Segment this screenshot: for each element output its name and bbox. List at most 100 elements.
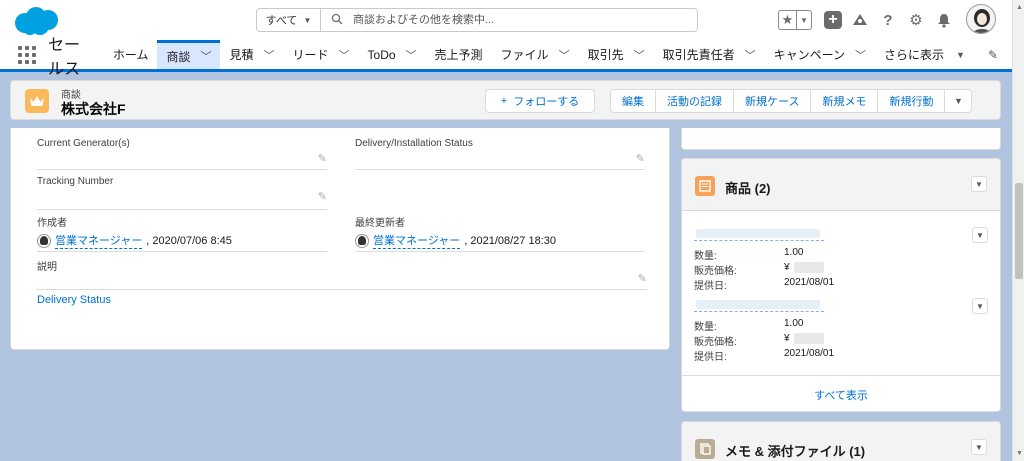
files-card-menu-caret-icon[interactable]: ▼ <box>971 439 987 455</box>
created-by-user-link[interactable]: 営業マネージャー <box>55 232 143 249</box>
pencil-icon[interactable]: ✎ <box>318 190 327 203</box>
products-card-menu-caret-icon[interactable]: ▼ <box>971 176 987 192</box>
details-card: Current Generator(s) ✎ Delivery/Installa… <box>10 128 670 350</box>
nav-tab-label: 売上予測 <box>434 48 483 62</box>
new-case-button[interactable]: 新規ケース <box>734 90 812 112</box>
field-label: 最終更新者 <box>355 218 405 229</box>
header-utility-icons: ★ ▼ + ? ⚙ <box>778 8 954 32</box>
chevron-down-icon[interactable]: ﹀ <box>745 47 756 63</box>
product-icon <box>695 176 715 196</box>
price-label: 販売価格: <box>694 337 737 348</box>
nav-tab-label: キャンペーン <box>773 48 845 62</box>
product-row-menu-caret-icon[interactable]: ▼ <box>972 227 988 243</box>
user-icon <box>355 233 369 248</box>
products-card-title[interactable]: 商品 (2) <box>725 178 771 197</box>
caret-down-icon: ▼ <box>956 49 965 60</box>
more-actions-caret-icon[interactable]: ▼ <box>945 90 971 112</box>
page-scrollbar[interactable]: ▲ ▼ <box>1012 0 1024 461</box>
gear-icon[interactable]: ⚙ <box>906 10 926 30</box>
nav-tab[interactable]: ホーム <box>104 40 158 69</box>
chevron-down-icon[interactable]: ﹀ <box>339 47 350 63</box>
crown-icon <box>25 89 49 113</box>
service-date-value: 2021/08/01 <box>784 348 835 359</box>
scroll-down-arrow-icon[interactable]: ▼ <box>1016 450 1023 457</box>
nav-tab[interactable]: 商談 ﹀ <box>157 40 221 69</box>
chevron-down-icon[interactable]: ﹀ <box>406 47 417 63</box>
nav-tab[interactable]: ファイル ﹀ <box>492 40 579 69</box>
product-name-link[interactable] <box>694 298 824 312</box>
product-row-menu-caret-icon[interactable]: ▼ <box>972 298 988 314</box>
pencil-icon[interactable]: ✎ <box>638 272 647 285</box>
service-date-value: 2021/08/01 <box>784 277 835 288</box>
view-all-products-link[interactable]: すべて表示 <box>682 387 1000 403</box>
chevron-down-icon[interactable]: ﹀ <box>634 47 645 63</box>
favorites-caret-icon[interactable]: ▼ <box>797 11 811 29</box>
search-input[interactable] <box>353 14 673 26</box>
field-label: Tracking Number <box>37 176 114 187</box>
chevron-down-icon[interactable]: ﹀ <box>264 47 275 63</box>
modified-by-user-link[interactable]: 営業マネージャー <box>373 232 461 249</box>
service-date-label: 提供日: <box>694 281 727 292</box>
quantity-label: 数量: <box>694 251 717 262</box>
nav-tab-label: 取引先 <box>587 48 624 62</box>
record-highlights: 商談 株式会社F + フォローする 編集 活動の記録 新規ケース 新規メモ 新規… <box>10 80 1001 120</box>
star-icon[interactable]: ★ <box>779 11 797 29</box>
nav-tab-label: リード <box>292 48 329 62</box>
plus-icon[interactable]: + <box>824 11 842 29</box>
follow-label: フォローする <box>513 96 580 108</box>
nav-tab-label: 見積 <box>229 48 254 62</box>
products-card-header: 商品 (2) ▼ <box>682 159 1000 211</box>
product-item: ▼ 数量: 1.00 販売価格: ¥ 提供日: 2021/08/01 <box>694 298 994 363</box>
nav-tab[interactable]: ToDo ﹀ <box>359 40 426 69</box>
search-scope-select[interactable]: すべて ▼ <box>257 9 321 31</box>
pencil-icon[interactable]: ✎ <box>318 152 327 165</box>
nav-tab[interactable]: キャンペーン ﹀ <box>765 40 875 69</box>
follow-button[interactable]: + フォローする <box>485 89 595 113</box>
search-field[interactable] <box>321 9 697 31</box>
tab-more[interactable]: さらに表示 ▼ <box>875 40 974 69</box>
nav-tab-label: ToDo <box>367 47 396 62</box>
edit-nav-pencil-icon[interactable]: ✎ <box>974 40 1012 69</box>
search-icon <box>331 13 343 28</box>
products-related-card: 商品 (2) ▼ ▼ 数量: 1.00 販売価格: ¥ 提供日: 2021/08… <box>681 158 1001 412</box>
nav-tab[interactable]: 取引先責任者 ﹀ <box>654 40 765 69</box>
user-icon <box>37 233 51 248</box>
edit-button[interactable]: 編集 <box>611 90 656 112</box>
record-actions: 編集 活動の記録 新規ケース 新規メモ 新規行動 ▼ <box>610 89 973 113</box>
bell-icon[interactable] <box>934 10 954 30</box>
nav-tab[interactable]: 取引先 ﹀ <box>579 40 654 69</box>
record-name: 株式会社F <box>61 101 126 117</box>
caret-down-icon: ▼ <box>303 15 312 25</box>
new-event-button[interactable]: 新規行動 <box>878 90 946 112</box>
scroll-thumb[interactable] <box>1015 183 1023 279</box>
nav-tab[interactable]: 売上予測 <box>426 40 492 69</box>
new-note-button[interactable]: 新規メモ <box>811 90 879 112</box>
user-avatar[interactable] <box>966 4 996 34</box>
field-label: 説明 <box>37 262 57 273</box>
scroll-up-arrow-icon[interactable]: ▲ <box>1016 4 1023 11</box>
product-item: ▼ 数量: 1.00 販売価格: ¥ 提供日: 2021/08/01 <box>694 227 994 292</box>
nav-tab[interactable]: リード ﹀ <box>284 40 359 69</box>
log-activity-button[interactable]: 活動の記録 <box>656 90 734 112</box>
field-label: Current Generator(s) <box>37 138 130 149</box>
trailhead-icon[interactable] <box>850 10 870 30</box>
card-footer-divider <box>682 375 1000 376</box>
product-name-link[interactable] <box>694 227 824 241</box>
app-launcher-icon[interactable] <box>18 40 36 69</box>
created-date: , 2020/07/06 8:45 <box>146 234 232 247</box>
field-label: Delivery/Installation Status <box>355 138 473 149</box>
delivery-status-link[interactable]: Delivery Status <box>37 294 111 306</box>
files-card-title[interactable]: メモ & 添付ファイル (1) <box>725 441 865 460</box>
chevron-down-icon[interactable]: ﹀ <box>559 47 570 63</box>
pencil-icon[interactable]: ✎ <box>636 152 645 165</box>
field-description: 説明 ✎ <box>37 258 647 290</box>
field-created-by: 作成者 営業マネージャー , 2020/07/06 8:45 <box>37 214 327 252</box>
nav-tab[interactable]: 見積 ﹀ <box>220 40 283 69</box>
field-last-modified-by: 最終更新者 営業マネージャー , 2021/08/27 18:30 <box>355 214 645 252</box>
chevron-down-icon[interactable]: ﹀ <box>855 47 866 63</box>
help-icon[interactable]: ? <box>878 10 898 30</box>
tab-more-label: さらに表示 <box>884 48 945 62</box>
nav-tab-label: 取引先責任者 <box>662 48 735 62</box>
chevron-down-icon[interactable]: ﹀ <box>200 48 211 64</box>
quantity-value: 1.00 <box>784 318 804 329</box>
